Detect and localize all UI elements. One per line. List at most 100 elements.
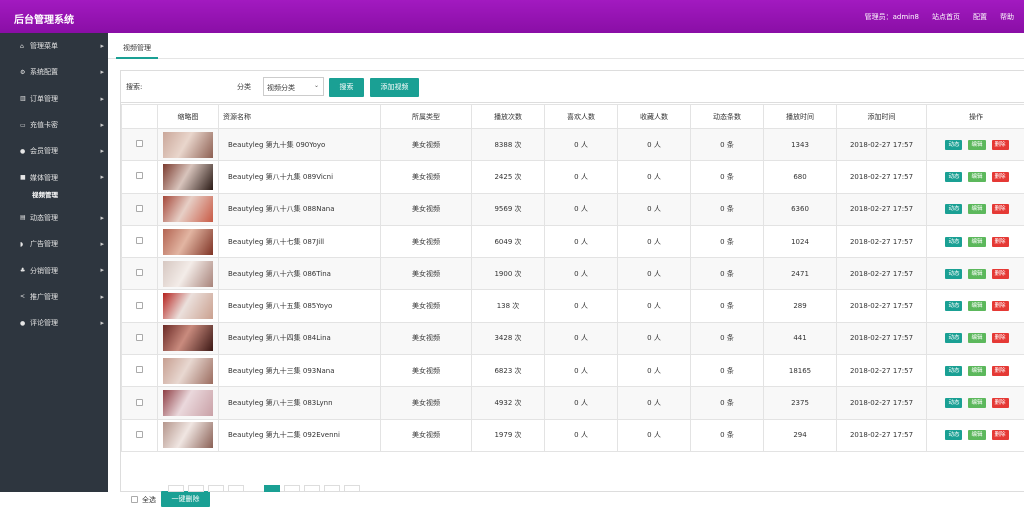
page-button[interactable]	[188, 485, 204, 492]
search-input[interactable]	[147, 77, 235, 96]
video-thumbnail[interactable]	[163, 164, 213, 190]
post-count: 0 条	[691, 387, 764, 419]
help-link[interactable]: 帮助	[1000, 12, 1014, 22]
column-header	[122, 105, 158, 129]
sidebar-item-6[interactable]: ▤动态管理▸	[0, 205, 108, 231]
sidebar-item-1[interactable]: ⚙系统配置▸	[0, 59, 108, 85]
delete-button[interactable]: 删除	[992, 333, 1009, 343]
row-checkbox[interactable]	[136, 172, 143, 179]
edit-button[interactable]: 编辑	[968, 140, 985, 150]
row-checkbox[interactable]	[136, 237, 143, 244]
sidebar-item-3[interactable]: ▭充值卡密▸	[0, 112, 108, 138]
page-button[interactable]	[168, 485, 184, 492]
play-duration: 18165	[764, 355, 837, 387]
dynamic-button[interactable]: 动态	[945, 301, 962, 311]
delete-button[interactable]: 删除	[992, 301, 1009, 311]
delete-button[interactable]: 删除	[992, 204, 1009, 214]
page-button[interactable]	[304, 485, 320, 492]
sidebar-item-8[interactable]: ♣分销管理▸	[0, 257, 108, 283]
page-button[interactable]	[324, 485, 340, 492]
edit-button[interactable]: 编辑	[968, 333, 985, 343]
search-button[interactable]: 搜索	[329, 78, 364, 97]
video-thumbnail[interactable]	[163, 132, 213, 158]
dynamic-button[interactable]: 动态	[945, 366, 962, 376]
chevron-right-icon: ▸	[100, 240, 104, 248]
config-link[interactable]: 配置	[973, 12, 987, 22]
resource-type: 美女视频	[381, 419, 472, 451]
delete-button[interactable]: 删除	[992, 430, 1009, 440]
edit-button[interactable]: 编辑	[968, 301, 985, 311]
play-duration: 680	[764, 161, 837, 193]
resource-name: Beautyleg 第八十五集 085Yoyo	[219, 290, 381, 322]
row-checkbox[interactable]	[136, 302, 143, 309]
like-count: 0 人	[545, 129, 618, 161]
row-checkbox[interactable]	[136, 399, 143, 406]
edit-button[interactable]: 编辑	[968, 269, 985, 279]
page-button[interactable]	[284, 485, 300, 492]
row-checkbox[interactable]	[136, 334, 143, 341]
video-thumbnail[interactable]	[163, 229, 213, 255]
row-actions: 动态编辑删除	[927, 430, 1024, 440]
row-checkbox[interactable]	[136, 366, 143, 373]
table-row: Beautyleg 第八十四集 084Lina美女视频3428 次0 人0 人0…	[122, 322, 1024, 354]
delete-button[interactable]: 删除	[992, 140, 1009, 150]
row-checkbox[interactable]	[136, 140, 143, 147]
dynamic-button[interactable]: 动态	[945, 430, 962, 440]
delete-button[interactable]: 删除	[992, 269, 1009, 279]
row-checkbox[interactable]	[136, 431, 143, 438]
dynamic-button[interactable]: 动态	[945, 237, 962, 247]
post-count: 0 条	[691, 129, 764, 161]
video-thumbnail[interactable]	[163, 390, 213, 416]
chevron-right-icon: ▸	[100, 293, 104, 301]
edit-button[interactable]: 编辑	[968, 172, 985, 182]
delete-button[interactable]: 删除	[992, 366, 1009, 376]
edit-button[interactable]: 编辑	[968, 204, 985, 214]
dynamic-button[interactable]: 动态	[945, 204, 962, 214]
edit-button[interactable]: 编辑	[968, 366, 985, 376]
video-thumbnail[interactable]	[163, 325, 213, 351]
select-all-checkbox[interactable]	[131, 496, 138, 503]
category-select[interactable]: 视频分类 ⌄	[263, 77, 324, 96]
batch-delete-button[interactable]: 一键删除	[161, 491, 210, 507]
sidebar-item-2[interactable]: ▥订单管理▸	[0, 86, 108, 112]
video-thumbnail[interactable]	[163, 261, 213, 287]
row-actions: 动态编辑删除	[927, 398, 1024, 408]
sidebar-item-7[interactable]: ◗广告管理▸	[0, 231, 108, 257]
sidebar-item-10[interactable]: ●评论管理▸	[0, 310, 108, 336]
site-home-link[interactable]: 站点首页	[932, 12, 960, 22]
delete-button[interactable]: 删除	[992, 237, 1009, 247]
page-button[interactable]	[208, 485, 224, 492]
video-thumbnail[interactable]	[163, 293, 213, 319]
tab-video-management[interactable]: 视频管理	[116, 43, 158, 59]
like-count: 0 人	[545, 258, 618, 290]
video-thumbnail[interactable]	[163, 358, 213, 384]
dynamic-button[interactable]: 动态	[945, 140, 962, 150]
dynamic-button[interactable]: 动态	[945, 269, 962, 279]
sidebar-item-5[interactable]: ■媒体管理▸	[0, 164, 108, 190]
dynamic-button[interactable]: 动态	[945, 172, 962, 182]
edit-button[interactable]: 编辑	[968, 398, 985, 408]
actions-cell: 动态编辑删除	[927, 129, 1024, 161]
page-button[interactable]	[344, 485, 360, 492]
add-video-button[interactable]: 添加视频	[370, 78, 419, 97]
sidebar-item-4[interactable]: ●会员管理▸	[0, 138, 108, 164]
thumbnail-cell	[158, 161, 219, 193]
delete-button[interactable]: 删除	[992, 398, 1009, 408]
video-thumbnail[interactable]	[163, 196, 213, 222]
page-button[interactable]	[228, 485, 244, 492]
video-thumbnail[interactable]	[163, 422, 213, 448]
post-count: 0 条	[691, 355, 764, 387]
row-checkbox[interactable]	[136, 205, 143, 212]
dynamic-button[interactable]: 动态	[945, 333, 962, 343]
sidebar-item-0[interactable]: ⌂管理菜单▸	[0, 33, 108, 59]
edit-button[interactable]: 编辑	[968, 430, 985, 440]
edit-button[interactable]: 编辑	[968, 237, 985, 247]
dynamic-button[interactable]: 动态	[945, 398, 962, 408]
delete-button[interactable]: 删除	[992, 172, 1009, 182]
resource-type: 美女视频	[381, 193, 472, 225]
row-checkbox[interactable]	[136, 269, 143, 276]
row-select-cell	[122, 129, 158, 161]
page-current[interactable]	[264, 485, 280, 492]
sidebar-item-9[interactable]: <推广管理▸	[0, 284, 108, 310]
category-select-value: 视频分类	[267, 84, 295, 92]
